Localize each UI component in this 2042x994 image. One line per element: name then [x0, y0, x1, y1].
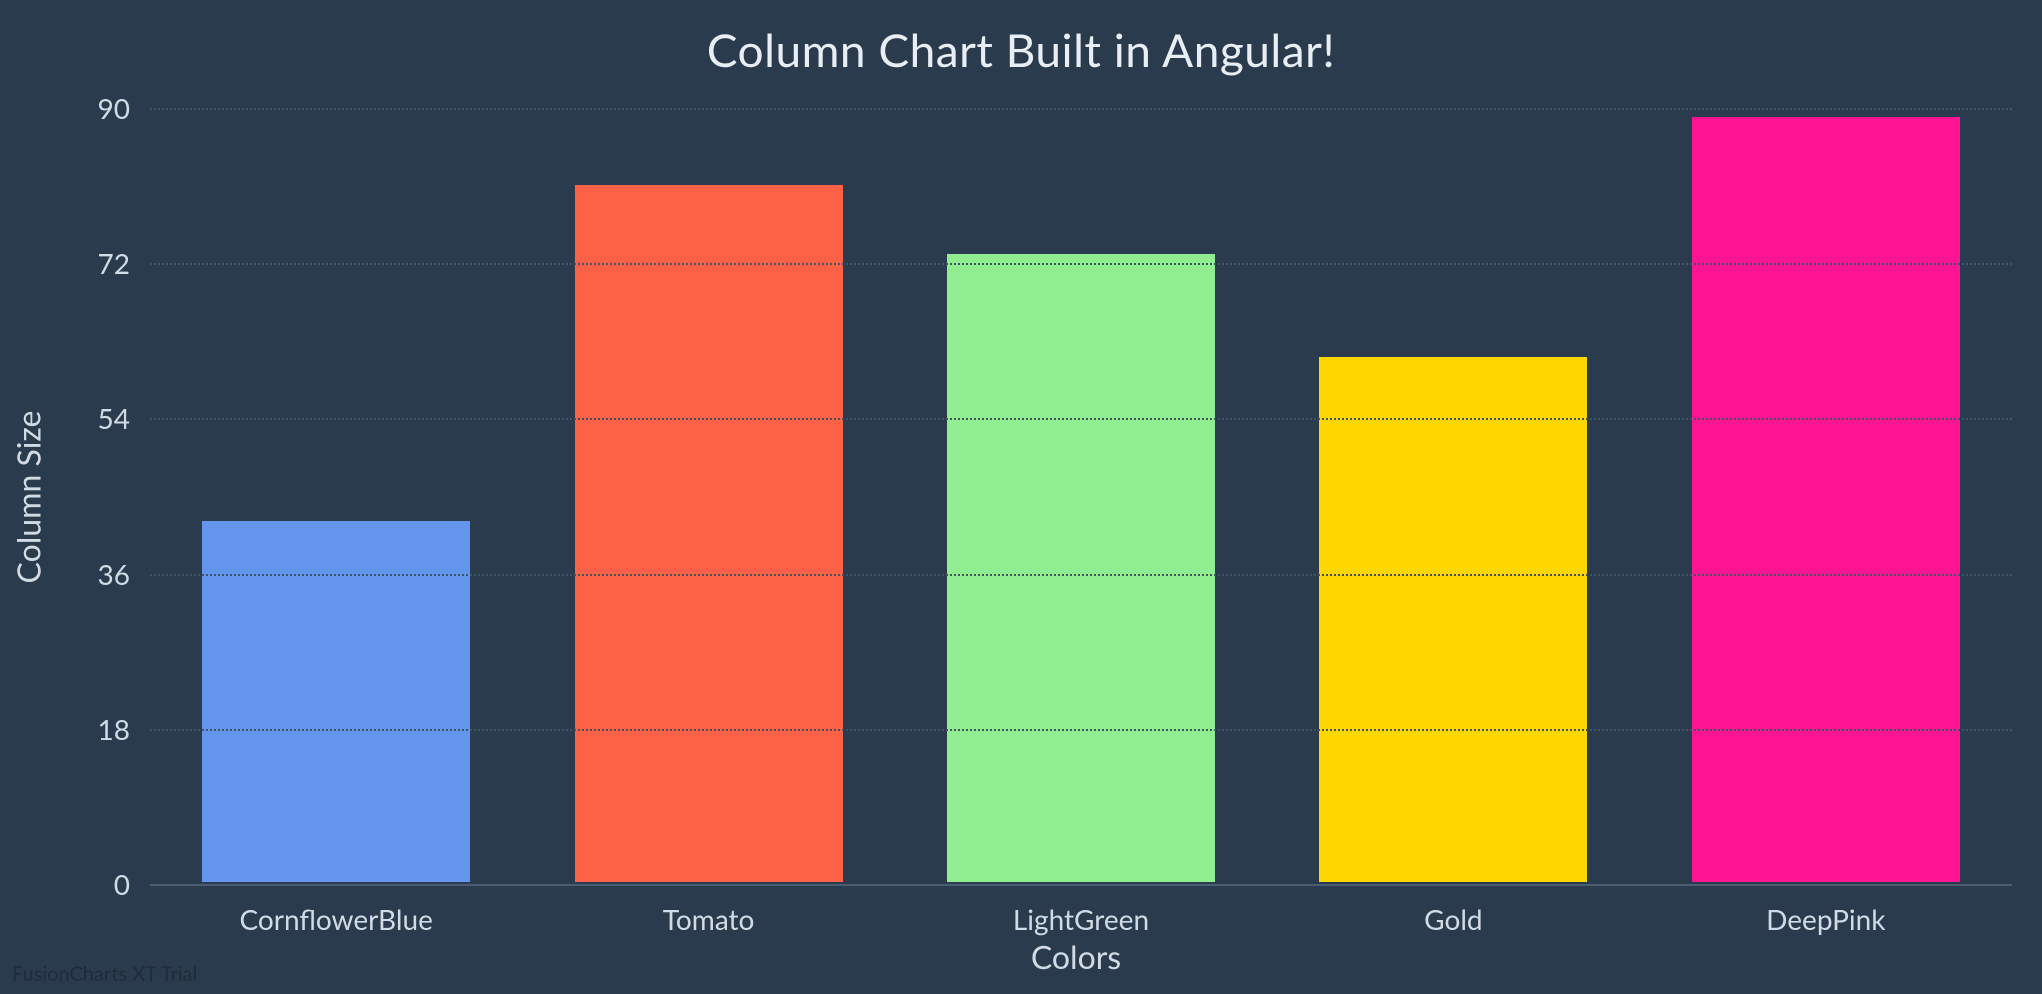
- x-tick-label: LightGreen: [1013, 902, 1149, 936]
- y-tick-label: 18: [98, 712, 148, 746]
- gridline: [150, 418, 2012, 420]
- y-tick-label: 72: [98, 246, 148, 280]
- bar-gold[interactable]: [1319, 357, 1587, 882]
- gridline: [150, 108, 2012, 110]
- y-tick-label: 36: [98, 557, 148, 591]
- chart-title: Column Chart Built in Angular!: [0, 0, 2042, 77]
- bars-group: [150, 108, 2012, 882]
- bar-tomato[interactable]: [575, 185, 843, 882]
- plot-area: CornflowerBlueTomatoLightGreenGoldDeepPi…: [150, 108, 2012, 884]
- bar-lightgreen[interactable]: [947, 254, 1215, 882]
- baseline: [150, 884, 2012, 886]
- gridline: [150, 729, 2012, 731]
- watermark-text: FusionCharts XT Trial: [12, 962, 197, 986]
- x-tick-label: DeepPink: [1766, 902, 1885, 936]
- x-tick-label: Tomato: [663, 902, 755, 936]
- y-axis-label: Column Size: [9, 411, 48, 584]
- gridline: [150, 263, 2012, 265]
- bar-deeppink[interactable]: [1692, 117, 1960, 882]
- x-tick-label: CornflowerBlue: [239, 902, 432, 936]
- gridline: [150, 574, 2012, 576]
- y-tick-label: 90: [98, 91, 148, 125]
- chart-container: CornflowerBlueTomatoLightGreenGoldDeepPi…: [110, 108, 2012, 884]
- y-tick-label: 54: [98, 401, 148, 435]
- y-tick-label: 0: [114, 867, 148, 901]
- x-axis-label: Colors: [0, 937, 2042, 976]
- x-tick-label: Gold: [1424, 902, 1482, 936]
